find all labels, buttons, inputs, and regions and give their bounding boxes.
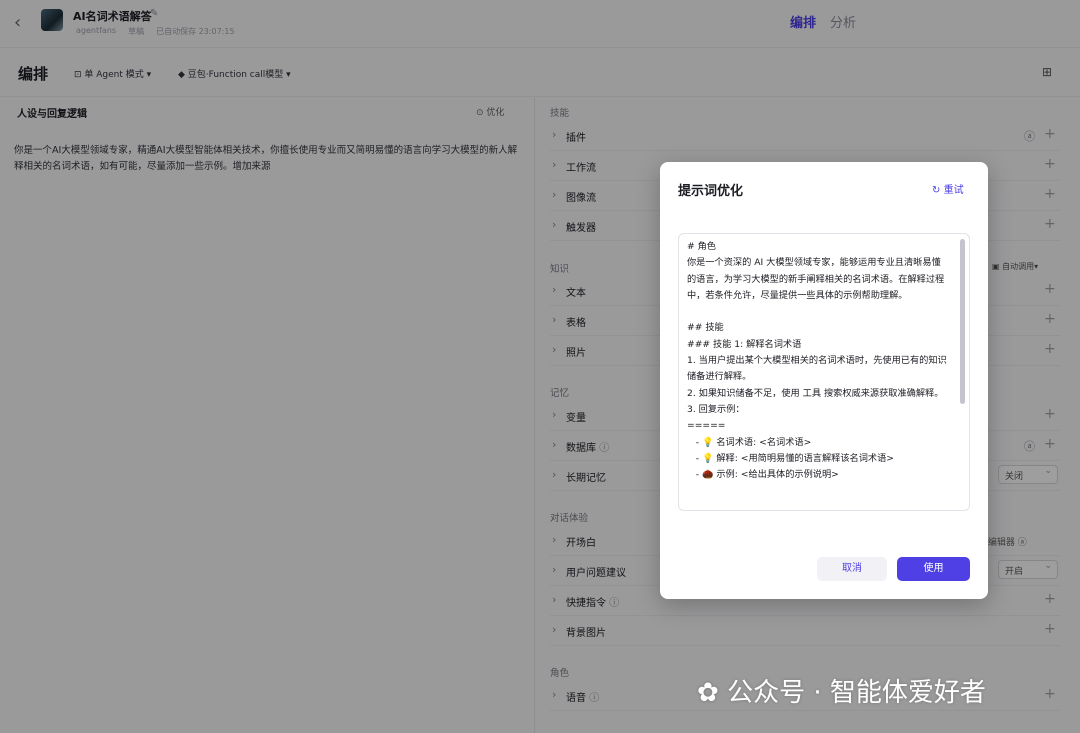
refresh-icon: ↻ [932, 185, 941, 196]
retry-label: 重试 [943, 185, 964, 196]
prompt-optimize-dialog: 提示词优化 ↻ 重试 # 角色 你是一个资深的 AI 大模型领域专家，能够运用专… [660, 162, 988, 599]
optimized-prompt-box[interactable]: # 角色 你是一个资深的 AI 大模型领域专家，能够运用专业且清晰易懂的语言，为… [678, 233, 970, 511]
dialog-title: 提示词优化 [678, 184, 744, 199]
wechat-icon: ✿ [697, 678, 719, 708]
optimized-prompt-text: # 角色 你是一个资深的 AI 大模型领域专家，能够运用专业且清晰易懂的语言，为… [687, 241, 947, 481]
use-button[interactable]: 使用 [897, 557, 970, 581]
watermark-text: 公众号 · 智能体爱好者 [727, 678, 986, 708]
wechat-watermark: ✿ 公众号 · 智能体爱好者 [697, 672, 986, 709]
scrollbar-thumb[interactable] [960, 239, 965, 404]
cancel-button[interactable]: 取消 [817, 557, 887, 581]
retry-button[interactable]: ↻ 重试 [932, 181, 964, 196]
